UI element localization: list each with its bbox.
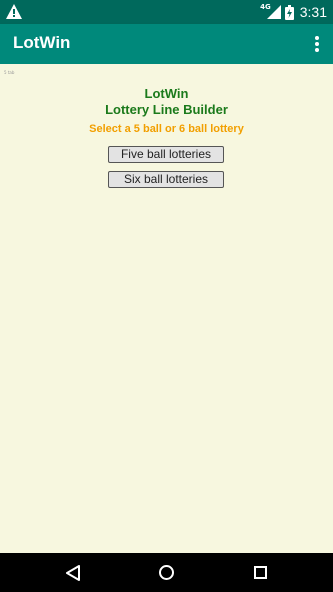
clock-time: 3:31 [299, 4, 327, 20]
back-icon[interactable] [66, 565, 80, 581]
overflow-menu-icon[interactable] [311, 34, 323, 54]
navigation-bar [0, 553, 333, 592]
status-icons: 4G 3:31 [260, 0, 327, 24]
six-ball-lotteries-button[interactable]: Six ball lotteries [108, 171, 224, 188]
app-bar: LotWin [0, 24, 333, 64]
app-title: LotWin [13, 33, 71, 52]
warning-icon [6, 4, 22, 19]
menu-dot [315, 42, 319, 46]
main-content: 5 tab LotWin Lottery Line Builder Select… [0, 64, 333, 553]
battery-icon [284, 4, 294, 20]
recent-apps-icon[interactable] [254, 566, 267, 579]
home-icon[interactable] [159, 565, 174, 580]
network-type-label: 4G [260, 3, 271, 11]
menu-dot [315, 48, 319, 52]
tiny-tag-label: 5 tab [4, 70, 15, 75]
heading-app-name: LotWin [144, 86, 189, 101]
status-bar: 4G 3:31 [0, 0, 333, 24]
menu-dot [315, 36, 319, 40]
instruction-text: Select a 5 ball or 6 ball lottery [89, 123, 244, 135]
heading-app-description: Lottery Line Builder [105, 102, 228, 117]
five-ball-lotteries-button[interactable]: Five ball lotteries [108, 146, 224, 163]
